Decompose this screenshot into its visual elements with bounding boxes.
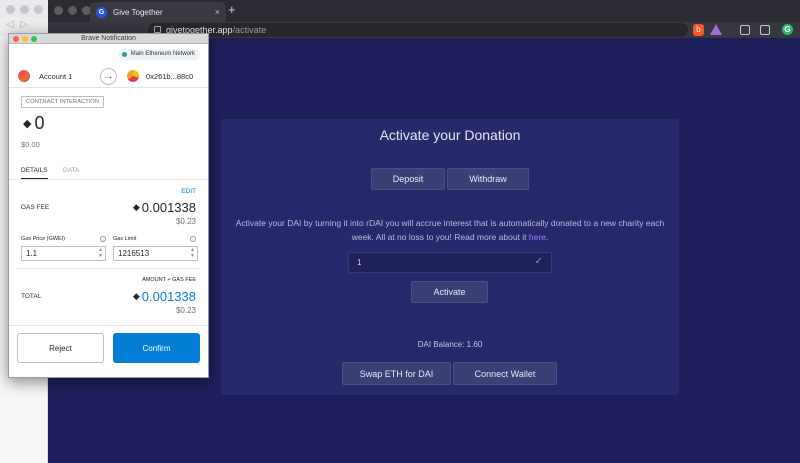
connect-wallet-button[interactable]: Connect Wallet [453,362,557,385]
popup-window-controls [13,36,37,42]
activate-card: Activate your Donation Deposit Withdraw … [221,119,679,395]
activate-button[interactable]: Activate [411,281,488,303]
description-text: Activate your DAI by turning it into rDA… [235,218,665,242]
grammarly-icon[interactable]: G [782,24,793,35]
info-icon[interactable]: i [190,236,196,242]
ethereum-icon: ◆ [132,202,140,212]
minimize-dot-icon[interactable] [68,6,77,15]
charity-select[interactable]: 1 ✓ [348,252,552,273]
tab-data[interactable]: DATA [63,167,79,174]
deposit-button[interactable]: Deposit [371,168,445,190]
close-dot-icon[interactable] [54,6,63,15]
gas-fee-usd: $0.23 [175,217,196,226]
tab-bar: G Give Together × + [48,0,800,22]
ethereum-icon: ◆ [23,118,32,130]
contract-interaction-badge: CONTRACT INTERACTION [21,96,104,108]
total-label: TOTAL [21,293,42,300]
info-icon[interactable]: i [100,236,106,242]
confirm-button[interactable]: Confirm [113,333,200,363]
edit-gas-link[interactable]: EDIT [181,188,196,195]
read-more-link[interactable]: here [529,232,546,242]
account-name: Account 1 [39,72,73,81]
popup-window-title: Brave Notification [81,35,136,42]
forward-arrow-icon[interactable]: ▷ [20,19,28,30]
divider [9,325,208,326]
tab-give-together[interactable]: G Give Together × [90,2,226,22]
window-controls [54,6,91,15]
swap-eth-for-dai-button[interactable]: Swap ETH for DAI [342,362,451,385]
brave-rewards-icon[interactable] [710,24,722,35]
brave-shields-icon[interactable]: b [693,24,704,36]
popup-tabs: DETAILS DATA [9,165,208,180]
address-bar[interactable]: givetogether.app/activate [148,23,688,37]
back-window-controls [6,5,43,14]
ethereum-icon: ◆ [132,291,140,301]
dai-balance: DAI Balance: 1.60 [417,340,483,349]
tab-title: Give Together [113,7,163,17]
gas-limit-label: Gas Limit [113,236,137,242]
tab-details[interactable]: DETAILS [21,167,48,179]
lock-icon [154,26,161,33]
stepper-arrows-icon[interactable]: ▲ ▼ [190,247,195,259]
recipient-address[interactable]: 0x261b...88c0 [146,72,193,81]
card-title: Activate your Donation [379,127,521,143]
account-avatar-icon [18,70,30,82]
arrow-right-icon: → [100,68,117,85]
network-indicator[interactable]: Main Ethereum Network [117,49,200,60]
amount-gas-fee-label: AMOUNT + GAS FEE [142,277,196,283]
network-status-dot-icon [121,52,127,57]
metamask-notification-popup: Brave Notification Main Ethereum Network… [8,33,209,378]
reject-button[interactable]: Reject [17,333,104,363]
gas-price-input[interactable]: 1.1 ▲ ▼ [21,246,106,261]
minimize-dot-icon[interactable] [20,5,29,14]
zoom-dot-icon[interactable] [34,5,43,14]
close-dot-icon[interactable] [13,36,19,42]
close-dot-icon[interactable] [6,5,15,14]
zoom-dot-icon[interactable] [31,36,37,42]
new-tab-button[interactable]: + [228,3,236,17]
divider [17,268,200,269]
check-icon: ✓ [534,256,543,267]
stepper-arrows-icon[interactable]: ▲ ▼ [98,247,103,259]
amount-value: 0 [34,113,45,133]
total-value: ◆ 0.001338 [132,289,196,304]
minimize-dot-icon[interactable] [22,36,28,42]
tab-close-icon[interactable]: × [215,7,220,17]
back-arrow-icon[interactable]: ◁ [6,19,14,30]
total-usd: $0.23 [175,306,196,315]
extension-icon[interactable] [740,25,750,35]
gas-fee-label: GAS FEE [21,204,50,211]
sender-recipient-row: Account 1 → 0x261b...88c0 [9,66,208,88]
recipient-avatar-icon [127,70,139,82]
gas-limit-input[interactable]: 1216513 ▲ ▼ [113,246,198,261]
withdraw-button[interactable]: Withdraw [447,168,529,190]
give-together-favicon-icon: G [96,6,107,18]
popup-titlebar: Brave Notification [9,34,208,44]
select-value: 1 [357,258,362,267]
gas-fee-value: ◆ 0.001338 [132,200,196,215]
amount-usd: $0.00 [21,140,40,149]
transaction-amount: ◆ 0 [23,113,44,134]
gas-price-label: Gas Price (GWEI) [21,236,66,242]
extension-icon[interactable] [760,25,770,35]
